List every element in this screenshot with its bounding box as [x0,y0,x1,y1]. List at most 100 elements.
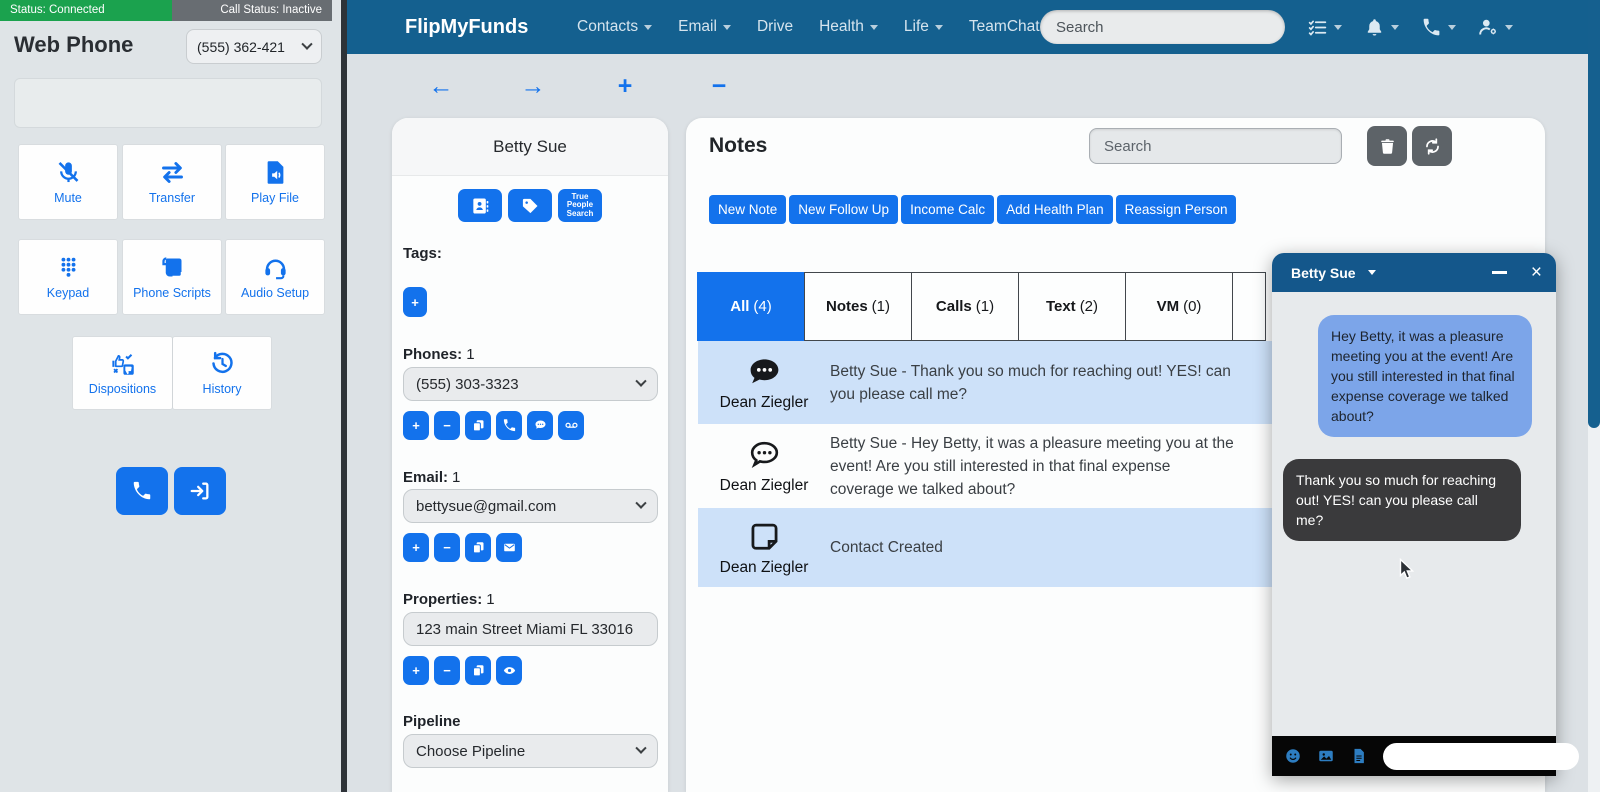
call-phone-button[interactable] [496,411,522,440]
nav-item-email[interactable]: Email [678,18,731,36]
tab-vm[interactable]: VM (0) [1125,272,1233,341]
add-email-button[interactable]: + [403,533,429,562]
headset-icon [264,259,286,280]
caret-down-icon [644,24,653,30]
page-scrollbar [1588,0,1600,792]
thumbs-up-down-icon [112,354,134,375]
contact-name: Betty Sue [392,118,668,176]
dispositions-button[interactable]: Dispositions [73,337,172,409]
new-note-button[interactable]: New Note [709,195,787,224]
tags-button[interactable] [508,189,552,222]
minimize-chat-button[interactable] [1491,271,1507,274]
tab-all[interactable]: All (4) [697,272,805,341]
emoji-button[interactable] [1284,747,1302,765]
next-contact-button[interactable]: → [520,72,546,100]
sign-in-button[interactable] [174,467,226,515]
tab-notes[interactable]: Notes (1) [804,272,912,341]
remove-email-button[interactable]: − [434,533,460,562]
history-icon [211,351,233,374]
chat-message-incoming: Thank you so much for reaching out! YES!… [1283,459,1521,541]
mic-slash-icon [58,162,78,183]
trash-icon [1380,138,1394,154]
voicemail-button[interactable] [558,411,584,440]
copy-icon [472,665,483,677]
copy-property-button[interactable] [465,656,491,685]
delete-notes-button[interactable] [1367,126,1407,166]
global-search-input[interactable] [1040,10,1285,44]
chat-options-caret-icon[interactable] [1367,270,1376,275]
prev-contact-button[interactable]: ← [428,72,454,100]
view-property-button[interactable] [496,656,522,685]
mute-button[interactable]: Mute [19,145,117,219]
new-follow-up-button[interactable]: New Follow Up [789,195,899,224]
attach-file-button[interactable] [1350,747,1368,765]
brand-logo[interactable]: FlipMyFunds [405,0,528,54]
notes-search-input[interactable] [1089,128,1342,164]
pipeline-select[interactable]: Choose Pipeline [403,734,658,768]
note-author: Dean Ziegler [698,427,830,505]
file-lines-icon [1354,748,1364,764]
list-check-icon [1308,20,1327,36]
notes-tabs: All (4) Notes (1) Calls (1) Text (2) VM (0) [697,272,1266,341]
chat-message-input[interactable] [1383,742,1579,770]
note-author: Dean Ziegler [698,509,830,587]
add-phone-button[interactable]: + [403,411,429,440]
app-screen: Status: Connected Call Status: Inactive … [0,0,1600,792]
copy-phone-button[interactable] [465,411,491,440]
tab-calls[interactable]: Calls (1) [911,272,1019,341]
add-contact-button[interactable]: + [612,72,638,100]
user-settings-button[interactable] [1478,17,1513,38]
chat-header: Betty Sue × [1272,253,1556,292]
phone-scripts-button[interactable]: Phone Scripts [123,240,221,314]
scrollbar-thumb[interactable] [1588,0,1600,428]
nav-item-life[interactable]: Life [904,18,943,36]
phone-number-select[interactable]: (555) 362-421 [186,29,322,64]
caret-down-icon [1448,24,1456,30]
phone-menu-button[interactable] [1421,17,1456,38]
chevron-down-icon [635,742,647,754]
notifications-button[interactable] [1364,17,1399,38]
chat-composer [1272,736,1600,776]
bell-icon [1367,18,1382,35]
send-email-button[interactable] [496,533,522,562]
phone-icon [503,419,515,432]
phone-icon [133,481,151,500]
sms-button[interactable] [527,411,553,440]
chevron-down-icon [635,497,647,509]
tab-partial[interactable] [1232,272,1266,341]
add-property-button[interactable]: + [403,656,429,685]
contact-book-button[interactable] [458,189,502,222]
caret-down-icon [1391,24,1399,30]
refresh-notes-button[interactable] [1412,126,1452,166]
nav-item-contacts[interactable]: Contacts [577,18,653,36]
add-tag-button[interactable]: + [403,287,427,317]
caret-down-icon [869,24,878,30]
remove-contact-button[interactable]: − [706,72,732,100]
nav-item-teamchat[interactable]: TeamChat [969,18,1040,36]
history-button[interactable]: History [173,337,271,409]
audio-setup-button[interactable]: Audio Setup [226,240,324,314]
play-file-button[interactable]: Play File [226,145,324,219]
transfer-button[interactable]: Transfer [123,145,221,219]
tab-text[interactable]: Text (2) [1018,272,1126,341]
copy-email-button[interactable] [465,533,491,562]
true-people-search-button[interactable]: True People Search [558,189,602,222]
nav-item-drive[interactable]: Drive [757,18,793,36]
close-chat-button[interactable]: × [1531,263,1542,282]
nav-item-health[interactable]: Health [819,18,878,36]
remove-phone-button[interactable]: − [434,411,460,440]
keypad-button[interactable]: Keypad [19,240,117,314]
call-button[interactable] [116,467,168,515]
reassign-person-button[interactable]: Reassign Person [1115,195,1237,224]
image-icon [1319,750,1333,762]
copy-icon [472,542,483,554]
email-select[interactable]: bettysue@gmail.com [403,489,658,523]
remove-property-button[interactable]: − [434,656,460,685]
keypad-icon [61,257,75,277]
tasks-menu-button[interactable] [1307,17,1342,38]
add-health-plan-button[interactable]: Add Health Plan [997,195,1113,224]
phone-select[interactable]: (555) 303-3323 [403,367,658,401]
property-input[interactable] [403,612,658,646]
income-calc-button[interactable]: Income Calc [901,195,995,224]
attach-image-button[interactable] [1317,747,1335,765]
